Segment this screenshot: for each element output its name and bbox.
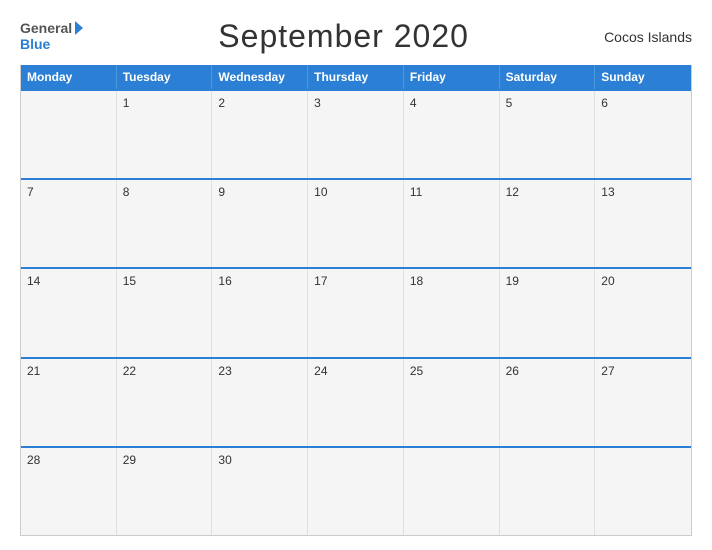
calendar-page: General Blue September 2020 Cocos Island… [0, 0, 712, 550]
cal-cell: 30 [212, 448, 308, 535]
cal-cell: 26 [500, 359, 596, 446]
cal-cell: 11 [404, 180, 500, 267]
cal-cell: 9 [212, 180, 308, 267]
day-number: 27 [601, 364, 614, 378]
cal-cell: 14 [21, 269, 117, 356]
month-title: September 2020 [218, 18, 469, 55]
cal-cell: 6 [595, 91, 691, 178]
region-label: Cocos Islands [604, 29, 692, 45]
logo-triangle-icon [75, 21, 83, 35]
logo-general-text: General [20, 21, 72, 36]
cal-header-thursday: Thursday [308, 65, 404, 89]
cal-cell: 3 [308, 91, 404, 178]
header: General Blue September 2020 Cocos Island… [20, 18, 692, 55]
cal-cell [308, 448, 404, 535]
day-number: 23 [218, 364, 231, 378]
cal-week-5: 28 29 30 [21, 446, 691, 535]
cal-cell: 25 [404, 359, 500, 446]
cal-cell: 23 [212, 359, 308, 446]
day-number: 5 [506, 96, 513, 110]
day-number: 8 [123, 185, 130, 199]
calendar-body: 1234567891011121314151617181920212223242… [21, 89, 691, 535]
cal-cell: 29 [117, 448, 213, 535]
day-number: 7 [27, 185, 34, 199]
day-number: 11 [410, 185, 422, 199]
cal-header-sunday: Sunday [595, 65, 691, 89]
day-number: 1 [123, 96, 130, 110]
day-number: 20 [601, 274, 614, 288]
cal-cell: 16 [212, 269, 308, 356]
day-number: 26 [506, 364, 519, 378]
day-number: 24 [314, 364, 327, 378]
day-number: 18 [410, 274, 423, 288]
cal-cell: 2 [212, 91, 308, 178]
cal-header-tuesday: Tuesday [117, 65, 213, 89]
day-number: 17 [314, 274, 327, 288]
day-number: 22 [123, 364, 136, 378]
day-number: 21 [27, 364, 40, 378]
cal-cell: 27 [595, 359, 691, 446]
cal-cell: 20 [595, 269, 691, 356]
cal-cell: 28 [21, 448, 117, 535]
cal-cell: 17 [308, 269, 404, 356]
cal-week-1: 1 2 3 4 5 6 [21, 89, 691, 178]
cal-cell: 4 [404, 91, 500, 178]
day-number: 2 [218, 96, 225, 110]
day-number: 3 [314, 96, 321, 110]
logo-blue-text: Blue [20, 37, 50, 52]
day-number: 6 [601, 96, 608, 110]
cal-cell [21, 91, 117, 178]
calendar-grid: MondayTuesdayWednesdayThursdayFridaySatu… [20, 65, 692, 536]
cal-cell: 24 [308, 359, 404, 446]
cal-header-friday: Friday [404, 65, 500, 89]
cal-cell: 21 [21, 359, 117, 446]
cal-header-saturday: Saturday [500, 65, 596, 89]
day-number: 29 [123, 453, 136, 467]
cal-cell: 22 [117, 359, 213, 446]
cal-header-monday: Monday [21, 65, 117, 89]
day-number: 12 [506, 185, 519, 199]
cal-cell: 8 [117, 180, 213, 267]
cal-cell: 10 [308, 180, 404, 267]
logo: General Blue [20, 21, 83, 52]
day-number: 10 [314, 185, 327, 199]
cal-header-wednesday: Wednesday [212, 65, 308, 89]
cal-cell: 7 [21, 180, 117, 267]
day-number: 19 [506, 274, 519, 288]
cal-cell: 1 [117, 91, 213, 178]
cal-cell: 5 [500, 91, 596, 178]
cal-cell: 19 [500, 269, 596, 356]
day-number: 15 [123, 274, 136, 288]
cal-cell: 15 [117, 269, 213, 356]
cal-cell: 18 [404, 269, 500, 356]
day-number: 9 [218, 185, 225, 199]
day-number: 30 [218, 453, 231, 467]
day-number: 28 [27, 453, 40, 467]
cal-week-3: 14 15 16 17 18 19 20 [21, 267, 691, 356]
day-number: 14 [27, 274, 40, 288]
cal-cell [500, 448, 596, 535]
cal-cell: 12 [500, 180, 596, 267]
day-number: 25 [410, 364, 423, 378]
day-number: 13 [601, 185, 614, 199]
cal-week-2: 7 8 9 10 11 12 13 [21, 178, 691, 267]
cal-cell: 13 [595, 180, 691, 267]
cal-cell [595, 448, 691, 535]
day-number: 16 [218, 274, 231, 288]
calendar-header: MondayTuesdayWednesdayThursdayFridaySatu… [21, 65, 691, 89]
cal-cell [404, 448, 500, 535]
day-number: 4 [410, 96, 417, 110]
cal-week-4: 21 22 23 24 25 26 27 [21, 357, 691, 446]
